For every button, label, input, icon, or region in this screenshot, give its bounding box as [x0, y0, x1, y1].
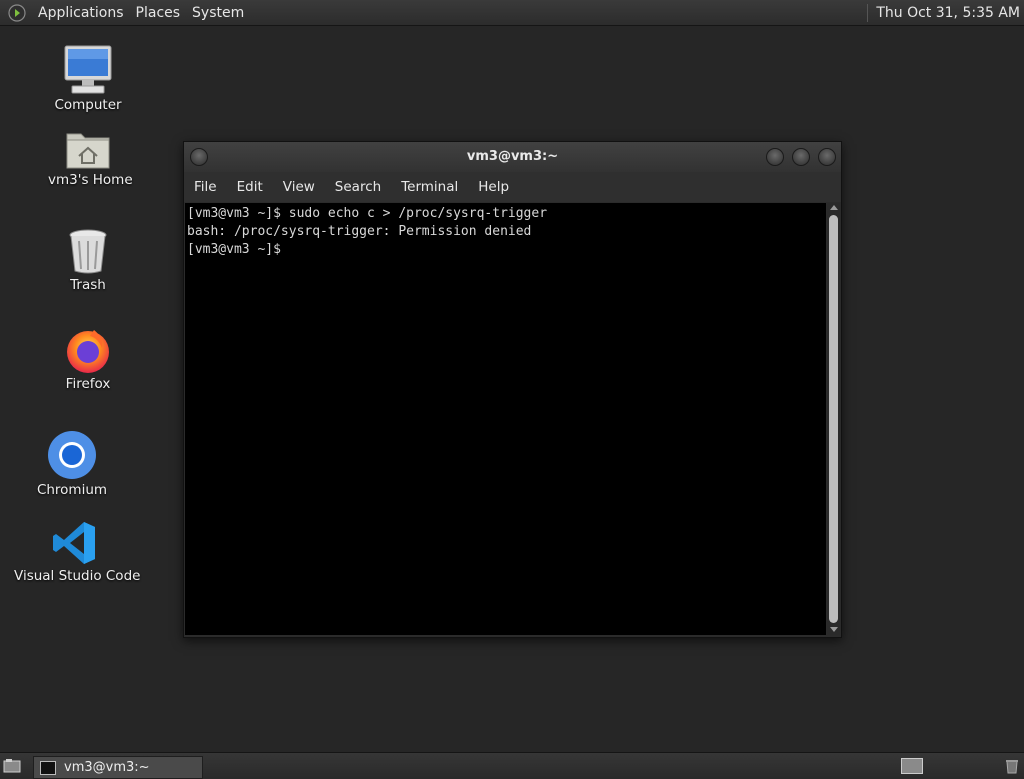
menu-view[interactable]: View: [273, 179, 325, 195]
menu-edit[interactable]: Edit: [227, 179, 273, 195]
desktop-icon-computer[interactable]: Computer: [48, 45, 128, 113]
terminal-scrollbar[interactable]: [827, 203, 840, 635]
menu-terminal[interactable]: Terminal: [391, 179, 468, 195]
taskbar-window-button[interactable]: vm3@vm3:~: [33, 756, 203, 779]
terminal-menubar: File Edit View Search Terminal Help: [184, 172, 841, 202]
terminal-window[interactable]: vm3@vm3:~ File Edit View Search Terminal…: [183, 141, 842, 638]
top-panel: Applications Places System Thu Oct 31, 5…: [0, 0, 1024, 26]
menu-file[interactable]: File: [184, 179, 227, 195]
desktop-icon-label: Visual Studio Code: [14, 568, 141, 584]
maximize-icon[interactable]: [792, 148, 810, 166]
desktop-icon-vscode[interactable]: Visual Studio Code: [14, 520, 141, 584]
places-menu[interactable]: Places: [130, 5, 187, 21]
trash-applet-icon[interactable]: [1005, 758, 1019, 774]
vscode-icon: [53, 522, 95, 564]
desktop-icon-label: vm3's Home: [48, 172, 133, 188]
window-title: vm3@vm3:~: [466, 149, 559, 164]
home-folder-icon: [66, 133, 110, 169]
desktop-icon-chromium[interactable]: Chromium: [32, 430, 112, 498]
trash-icon: [69, 229, 107, 274]
applications-logo-icon[interactable]: [8, 3, 26, 22]
terminal-icon: [40, 760, 56, 775]
clock[interactable]: Thu Oct 31, 5:35 AM: [876, 5, 1024, 21]
scrollbar-thumb[interactable]: [829, 215, 838, 623]
taskbar-window-label: vm3@vm3:~: [64, 760, 150, 775]
desktop-icon-label: Chromium: [36, 482, 108, 498]
panel-separator: [867, 3, 869, 22]
desktop-icon-trash[interactable]: Trash: [48, 229, 128, 293]
menu-help[interactable]: Help: [468, 179, 519, 195]
bottom-panel: vm3@vm3:~: [0, 752, 1024, 779]
desktop-icon-label: Computer: [54, 97, 122, 113]
computer-icon: [64, 45, 112, 94]
close-icon[interactable]: [818, 148, 836, 166]
menu-search[interactable]: Search: [325, 179, 391, 195]
desktop-icon-home[interactable]: vm3's Home: [48, 128, 133, 188]
chromium-icon: [48, 431, 96, 479]
terminal-line: [vm3@vm3 ~]$ sudo echo c > /proc/sysrq-t…: [187, 206, 548, 221]
minimize-icon[interactable]: [766, 148, 784, 166]
desktop-icon-label: Trash: [70, 277, 106, 293]
window-titlebar[interactable]: vm3@vm3:~: [184, 142, 841, 172]
terminal-output[interactable]: [vm3@vm3 ~]$ sudo echo c > /proc/sysrq-t…: [185, 203, 826, 635]
applications-menu[interactable]: Applications: [32, 5, 130, 21]
terminal-line: bash: /proc/sysrq-trigger: Permission de…: [187, 224, 532, 239]
firefox-icon: [67, 330, 109, 373]
desktop-icon-firefox[interactable]: Firefox: [48, 326, 128, 392]
workspace-switcher-icon[interactable]: [901, 758, 923, 774]
terminal-prompt: [vm3@vm3 ~]$: [187, 242, 289, 257]
system-menu[interactable]: System: [186, 5, 250, 21]
desktop-icon-label: Firefox: [65, 376, 111, 392]
scroll-down-icon[interactable]: [830, 627, 838, 632]
scroll-up-icon[interactable]: [830, 205, 838, 210]
show-desktop-icon[interactable]: [3, 758, 21, 773]
